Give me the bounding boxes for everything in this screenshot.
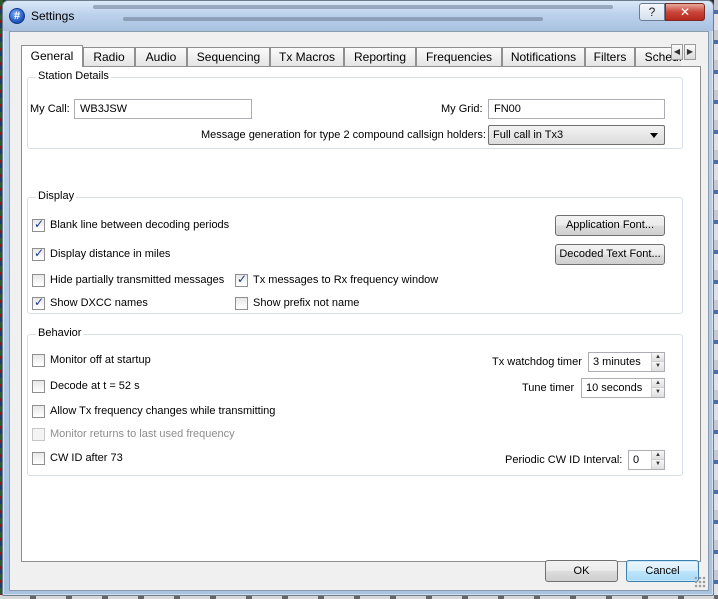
tx-to-rx-label: Tx messages to Rx frequency window: [253, 274, 439, 286]
tune-timer-label: Tune timer: [522, 382, 575, 394]
tx-to-rx-checkbox[interactable]: ✓ Tx messages to Rx frequency window: [235, 272, 455, 288]
show-prefix-checkbox[interactable]: Show prefix not name: [235, 297, 415, 311]
behavior-group: Behavior Monitor off at startup Decode a…: [27, 327, 683, 476]
blank-line-label: Blank line between decoding periods: [50, 219, 230, 231]
tab-audio[interactable]: Audio: [135, 47, 187, 67]
display-title: Display: [36, 190, 77, 202]
tab-radio[interactable]: Radio: [83, 47, 135, 67]
chevron-down-icon: [650, 133, 658, 138]
tab-sequencing[interactable]: Sequencing: [187, 47, 270, 67]
message-generation-label: Message generation for type 2 compound c…: [201, 129, 486, 141]
tab-scroll-right-icon[interactable]: ▶: [684, 44, 696, 60]
my-grid-label: My Grid:: [441, 103, 483, 115]
checkbox-box: [32, 428, 45, 441]
my-call-input[interactable]: WB3JSW: [74, 99, 252, 119]
tab-reporting[interactable]: Reporting: [344, 47, 416, 67]
general-tab-pane: Station Details My Call: WB3JSW My Grid:…: [21, 66, 701, 562]
tab-general[interactable]: General: [21, 45, 83, 67]
hide-partial-checkbox[interactable]: Hide partially transmitted messages: [32, 274, 232, 288]
spin-up-icon[interactable]: ▲: [652, 379, 664, 388]
monitor-off-checkbox[interactable]: Monitor off at startup: [32, 354, 282, 368]
show-prefix-label: Show prefix not name: [253, 297, 360, 309]
cw-interval-value: 0: [633, 454, 640, 466]
title-bar-glass-reflection: [83, 1, 643, 31]
checkbox-box: [235, 297, 248, 310]
cw-interval-spinbox[interactable]: 0 ▲ ▼: [628, 450, 665, 470]
cancel-button[interactable]: Cancel: [626, 560, 699, 582]
hide-partial-label: Hide partially transmitted messages: [50, 274, 225, 286]
watchdog-value: 3 minutes: [593, 356, 641, 368]
decoded-text-font-button[interactable]: Decoded Text Font...: [555, 244, 665, 265]
background-app-strip-right: [714, 0, 718, 599]
distance-miles-checkbox[interactable]: ✓ Display distance in miles: [32, 246, 292, 262]
station-details-title: Station Details: [36, 70, 111, 82]
tab-bar: General Radio Audio Sequencing Tx Macros…: [21, 45, 681, 67]
spin-down-icon[interactable]: ▼: [652, 388, 664, 397]
behavior-title: Behavior: [36, 327, 84, 339]
monitor-returns-label: Monitor returns to last used frequency: [50, 428, 235, 440]
display-group: Display ✓ Blank line between decoding pe…: [27, 190, 683, 314]
monitor-returns-checkbox: Monitor returns to last used frequency: [32, 428, 332, 442]
message-generation-value: Full call in Tx3: [493, 129, 564, 141]
checkbox-box: [32, 380, 45, 393]
cw-interval-label: Periodic CW ID Interval:: [505, 454, 623, 466]
checkbox-box: [32, 354, 45, 367]
allow-tx-change-checkbox[interactable]: Allow Tx frequency changes while transmi…: [32, 405, 332, 419]
title-bar[interactable]: # Settings ? ✕: [3, 1, 713, 31]
check-icon: ✓: [34, 246, 45, 260]
spin-down-icon[interactable]: ▼: [652, 460, 664, 469]
dialog-client-area: General Radio Audio Sequencing Tx Macros…: [9, 31, 709, 591]
allow-tx-change-label: Allow Tx frequency changes while transmi…: [50, 405, 276, 417]
my-grid-input[interactable]: FN00: [488, 99, 665, 119]
app-icon: #: [9, 8, 25, 24]
tune-timer-spinbox[interactable]: 10 seconds ▲ ▼: [581, 378, 665, 398]
decode-52-label: Decode at t = 52 s: [50, 380, 140, 392]
checkbox-box: ✓: [32, 295, 45, 310]
close-button[interactable]: ✕: [665, 3, 705, 21]
ok-button[interactable]: OK: [545, 560, 618, 582]
window-title: Settings: [31, 9, 75, 23]
resize-grip-icon[interactable]: [694, 576, 706, 588]
watchdog-label: Tx watchdog timer: [492, 356, 582, 368]
checkbox-box: ✓: [235, 272, 248, 287]
application-font-button[interactable]: Application Font...: [555, 215, 665, 236]
cw-id-checkbox[interactable]: CW ID after 73: [32, 452, 282, 466]
cw-id-label: CW ID after 73: [50, 452, 123, 464]
tab-notifications[interactable]: Notifications: [502, 47, 585, 67]
tune-timer-value: 10 seconds: [586, 382, 643, 394]
tab-filters[interactable]: Filters: [585, 47, 635, 67]
tab-frequencies[interactable]: Frequencies: [416, 47, 502, 67]
checkbox-box: [32, 452, 45, 465]
settings-window: # Settings ? ✕ General Radio Audio Seque…: [2, 0, 714, 596]
tab-tx-macros[interactable]: Tx Macros: [270, 47, 344, 67]
distance-miles-label: Display distance in miles: [50, 248, 171, 260]
checkbox-box: ✓: [32, 246, 45, 261]
checkbox-box: ✓: [32, 217, 45, 232]
checkbox-box: [32, 274, 45, 287]
show-dxcc-checkbox[interactable]: ✓ Show DXCC names: [32, 295, 212, 311]
message-generation-select[interactable]: Full call in Tx3: [488, 125, 665, 145]
spin-up-icon[interactable]: ▲: [652, 451, 664, 460]
show-dxcc-label: Show DXCC names: [50, 297, 148, 309]
decode-52-checkbox[interactable]: Decode at t = 52 s: [32, 380, 282, 394]
spin-up-icon[interactable]: ▲: [652, 353, 664, 362]
check-icon: ✓: [34, 295, 45, 309]
station-details-group: Station Details My Call: WB3JSW My Grid:…: [27, 70, 683, 149]
spin-down-icon[interactable]: ▼: [652, 362, 664, 371]
monitor-off-label: Monitor off at startup: [50, 354, 151, 366]
check-icon: ✓: [237, 272, 248, 286]
blank-line-checkbox[interactable]: ✓ Blank line between decoding periods: [32, 217, 292, 233]
checkbox-box: [32, 405, 45, 418]
check-icon: ✓: [34, 217, 45, 231]
watchdog-spinbox[interactable]: 3 minutes ▲ ▼: [588, 352, 665, 372]
tab-scroll-left-icon[interactable]: ◀: [671, 44, 683, 60]
my-call-label: My Call:: [30, 103, 70, 115]
help-button[interactable]: ?: [639, 3, 665, 21]
